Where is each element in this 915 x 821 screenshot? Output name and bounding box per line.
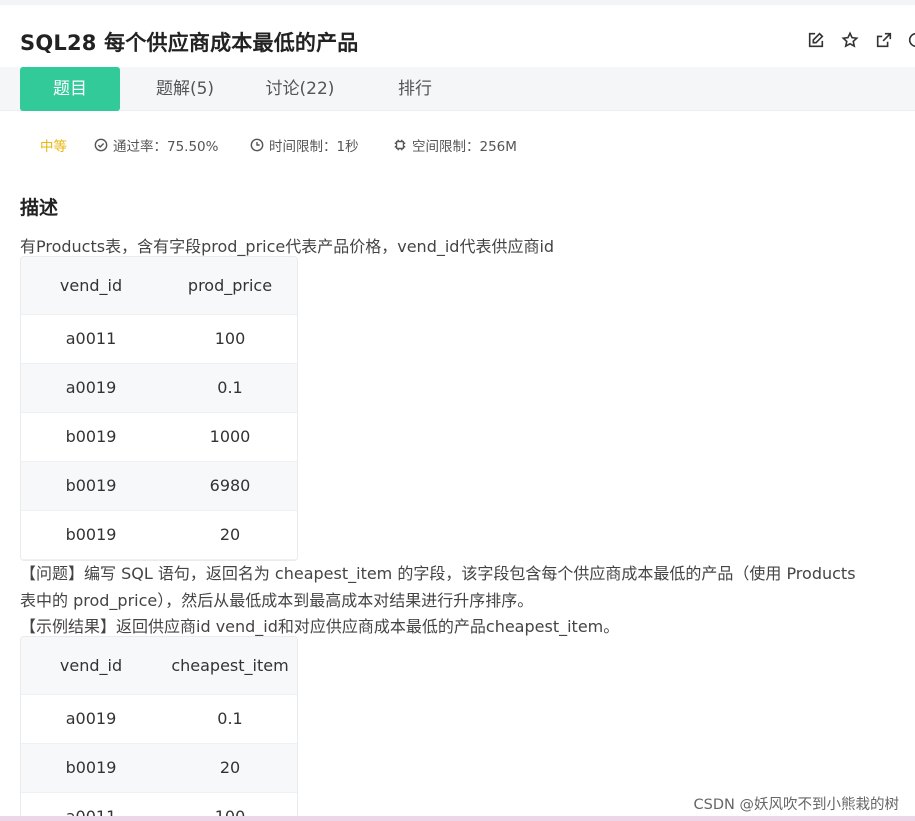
column-header: vend_id <box>21 637 161 695</box>
bottom-border <box>0 816 915 821</box>
table-cell: b0019 <box>21 510 161 560</box>
table-cell: 0.1 <box>161 694 297 744</box>
circle-icon[interactable] <box>906 30 915 50</box>
table-row: b0019 1000 <box>21 412 297 462</box>
table-cell: b0019 <box>21 461 161 511</box>
space-limit-label: 空间限制：256M <box>412 139 517 155</box>
watermark: CSDN @妖风吹不到小熊栽的树 <box>693 797 899 813</box>
table-cell: 0.1 <box>161 363 297 413</box>
chip-icon <box>394 139 406 151</box>
time-limit: 时间限制：1秒 <box>250 134 359 156</box>
question-text-line-1: 【问题】编写 SQL 语句，返回名为 cheapest_item 的字段，该字段… <box>20 564 856 583</box>
difficulty-badge: 中等 <box>40 134 67 156</box>
table-cell: b0019 <box>21 412 161 462</box>
table-cell: a0011 <box>21 314 161 364</box>
table-cell: 6980 <box>161 461 297 511</box>
table-cell: 100 <box>161 314 297 364</box>
space-limit: 空间限制：256M <box>393 134 517 156</box>
table-cell: 20 <box>161 510 297 560</box>
description-heading: 描述 <box>20 197 59 219</box>
clock-icon <box>250 138 264 152</box>
star-icon[interactable] <box>840 30 860 50</box>
table-row: a0019 0.1 <box>21 694 297 744</box>
page-title: SQL28 每个供应商成本最低的产品 <box>20 31 359 55</box>
tab-ranking[interactable]: 排行 <box>375 67 455 111</box>
table-row: a0019 0.1 <box>21 363 297 413</box>
tab-solutions[interactable]: 题解(5) <box>140 67 230 111</box>
table-cell: a0019 <box>21 363 161 413</box>
external-link-icon[interactable] <box>874 30 894 50</box>
table-header-row: vend_id prod_price <box>21 257 297 315</box>
table-row: b0019 20 <box>21 743 297 793</box>
problem-meta: 中等 通过率：75.50% 时间限制：1秒 空间限制：256M <box>0 134 915 156</box>
difficulty-label: 中等 <box>40 139 67 155</box>
column-header: vend_id <box>21 257 161 315</box>
column-header: cheapest_item <box>161 637 297 695</box>
problem-header: SQL28 每个供应商成本最低的产品 <box>0 5 915 67</box>
table-cell: b0019 <box>21 743 161 793</box>
table-header-row: vend_id cheapest_item <box>21 637 297 695</box>
result-table: vend_id cheapest_item a0019 0.1 b0019 20… <box>20 636 298 821</box>
edit-icon[interactable] <box>806 30 826 50</box>
column-header: prod_price <box>161 257 297 315</box>
problem-tabs: 题目 题解(5) 讨论(22) 排行 <box>0 67 915 111</box>
table-row: a0011 100 <box>21 314 297 364</box>
tab-problem[interactable]: 题目 <box>20 67 120 111</box>
tab-discussion[interactable]: 讨论(22) <box>250 67 350 111</box>
pass-rate: 通过率：75.50% <box>94 134 218 156</box>
table-row: b0019 6980 <box>21 461 297 511</box>
check-circle-icon <box>94 138 108 152</box>
time-limit-label: 时间限制：1秒 <box>269 139 359 155</box>
question-text-line-2: 表中的 prod_price），然后从最低成本到最高成本对结果进行升序排序。 <box>20 591 534 610</box>
products-table: vend_id prod_price a0011 100 a0019 0.1 b… <box>20 256 298 561</box>
pass-rate-label: 通过率：75.50% <box>113 139 219 155</box>
table-cell: 20 <box>161 743 297 793</box>
example-result-text: 【示例结果】返回供应商id vend_id和对应供应商成本最低的产品cheape… <box>20 617 620 636</box>
table-row: b0019 20 <box>21 510 297 560</box>
table-cell: a0019 <box>21 694 161 744</box>
table-cell: 1000 <box>161 412 297 462</box>
description-intro: 有Products表，含有字段prod_price代表产品价格，vend_id代… <box>20 237 555 256</box>
